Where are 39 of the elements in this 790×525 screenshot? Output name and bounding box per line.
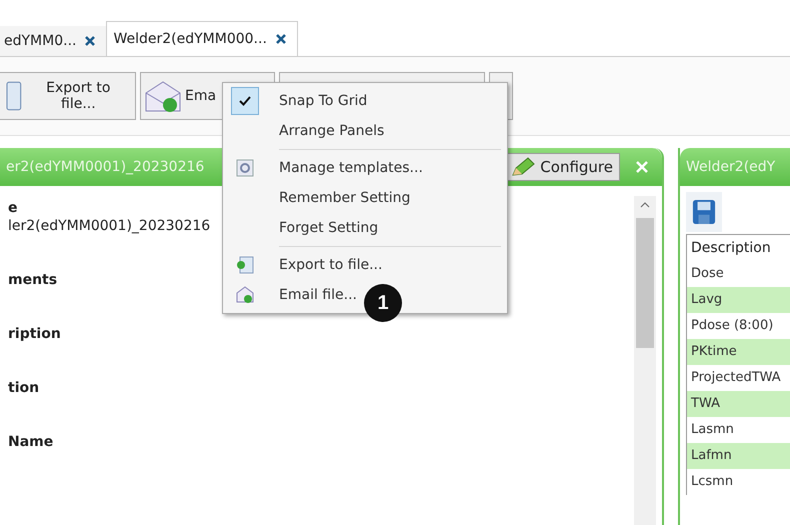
- table-cell-text: ProjectedTWA: [690, 369, 782, 387]
- gear-icon: [236, 159, 254, 177]
- scroll-thumb[interactable]: [636, 218, 654, 348]
- pencil-icon: [510, 156, 536, 178]
- chevron-up-icon[interactable]: [640, 202, 650, 208]
- save-button[interactable]: [686, 192, 722, 232]
- field-label: tion: [8, 380, 40, 396]
- field-label: ription: [8, 326, 61, 342]
- document-icon: [236, 256, 254, 274]
- table-cell-text: Lasmn: [690, 421, 735, 439]
- configure-button[interactable]: Configure: [507, 153, 620, 181]
- export-button[interactable]: Export to file...: [0, 72, 136, 120]
- table-cell: TWA: [687, 391, 790, 417]
- menu-item[interactable]: Manage templates...: [223, 153, 423, 183]
- column-header[interactable]: Description: [687, 235, 790, 261]
- scrollbar[interactable]: [634, 196, 656, 525]
- panel-title: Welder2(edY: [686, 159, 776, 175]
- table-cell-text: Dose: [690, 265, 725, 283]
- document-tab[interactable]: edYMM0...: [0, 26, 106, 56]
- field-label: e: [8, 200, 18, 216]
- close-icon[interactable]: [274, 33, 287, 45]
- field-label: Name: [8, 434, 54, 450]
- panel-title: er2(edYMM0001)_20230216: [6, 159, 204, 175]
- document-icon: [6, 81, 22, 111]
- envelope-icon: [236, 286, 254, 304]
- menu-item[interactable]: Forget Setting: [223, 213, 378, 243]
- menu-item[interactable]: Email file...: [223, 280, 357, 310]
- table-cell: Lafmn: [687, 443, 790, 469]
- menu-item[interactable]: Export to file...: [223, 250, 382, 280]
- table-cell: Lavg: [687, 287, 790, 313]
- table-cell: PKtime: [687, 339, 790, 365]
- menu-item[interactable]: Remember Setting: [223, 183, 410, 213]
- envelope-icon: [144, 79, 182, 113]
- table-cell-text: Lcsmn: [690, 473, 734, 491]
- table-cell-text: Pdose (8:00): [690, 317, 774, 335]
- document-tab[interactable]: Welder2(edYMM000...: [106, 21, 298, 56]
- close-icon[interactable]: [84, 35, 96, 47]
- field-value: ler2(edYMM0001)_20230216: [8, 218, 210, 234]
- field-label: ments: [8, 272, 58, 288]
